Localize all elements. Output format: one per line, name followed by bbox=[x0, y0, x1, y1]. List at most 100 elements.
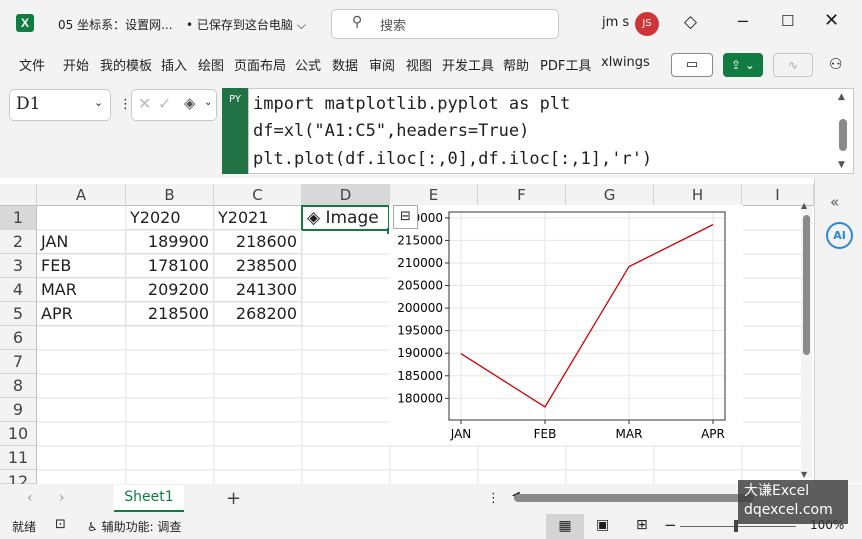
menu-review[interactable]: 审阅 bbox=[369, 55, 395, 74]
name-box-value: D1 bbox=[16, 94, 41, 114]
col-header-e[interactable]: E bbox=[390, 184, 478, 206]
cell-c5[interactable]: 268200 bbox=[214, 302, 302, 326]
cell-c3[interactable]: 238500 bbox=[214, 254, 302, 278]
confirm-icon[interactable]: ✓ bbox=[158, 94, 171, 113]
python-output-icon[interactable]: ◈ bbox=[184, 94, 196, 112]
watermark: 大谦Excel dqexcel.com bbox=[738, 480, 848, 524]
scroll-down-icon[interactable]: ▼ bbox=[801, 470, 807, 479]
row-header-9[interactable]: 9 bbox=[0, 398, 37, 422]
row-header-7[interactable]: 7 bbox=[0, 350, 37, 374]
row-header-11[interactable]: 11 bbox=[0, 446, 37, 470]
formula-scrollbar[interactable] bbox=[839, 119, 847, 151]
menu-insert[interactable]: 插入 bbox=[161, 55, 187, 74]
cell-a4[interactable]: MAR bbox=[37, 278, 126, 302]
cell-c1[interactable]: Y2021 bbox=[214, 206, 302, 230]
col-header-f[interactable]: F bbox=[478, 184, 566, 206]
accessibility-status[interactable]: ♿ 辅助功能: 调查 bbox=[87, 518, 181, 535]
y-tick-label: 215000 bbox=[397, 233, 443, 247]
cell-c4[interactable]: 241300 bbox=[214, 278, 302, 302]
menu-home[interactable]: 开始 bbox=[63, 55, 89, 74]
collapse-pane-icon[interactable]: « bbox=[830, 193, 839, 211]
cell-b3[interactable]: 178100 bbox=[126, 254, 214, 278]
macro-record-icon[interactable]: ⊡ bbox=[55, 517, 66, 532]
col-header-a[interactable]: A bbox=[37, 184, 126, 206]
scroll-up-icon[interactable]: ▲ bbox=[838, 92, 845, 102]
row-header-5[interactable]: 5 bbox=[0, 302, 37, 326]
chevron-down-icon[interactable]: ⌄ bbox=[204, 97, 212, 108]
row-header-1[interactable]: 1 bbox=[0, 206, 37, 230]
row-header-2[interactable]: 2 bbox=[0, 230, 37, 254]
col-header-g[interactable]: G bbox=[566, 184, 654, 206]
row-header-8[interactable]: 8 bbox=[0, 374, 37, 398]
zoom-slider[interactable] bbox=[680, 526, 796, 527]
cell-b1[interactable]: Y2020 bbox=[126, 206, 214, 230]
minimize-icon[interactable]: ─ bbox=[738, 12, 748, 31]
copilot-person-icon[interactable]: ⚇ bbox=[829, 55, 842, 73]
col-header-b[interactable]: B bbox=[126, 184, 214, 206]
avatar[interactable]: JS bbox=[635, 12, 659, 36]
prev-sheet-icon[interactable]: ‹ bbox=[27, 490, 33, 506]
file-name[interactable]: 05 坐标系：设置网... bbox=[58, 16, 173, 33]
menu-draw[interactable]: 绘图 bbox=[198, 55, 224, 74]
select-all-corner[interactable] bbox=[0, 184, 37, 206]
add-sheet-button[interactable]: + bbox=[226, 488, 241, 509]
maximize-icon[interactable]: ☐ bbox=[781, 12, 794, 30]
activity-icon: ∿ bbox=[787, 58, 799, 72]
menu-xlwings[interactable]: xlwings bbox=[601, 55, 650, 70]
zoom-out-icon[interactable]: − bbox=[664, 516, 677, 534]
cell-c2[interactable]: 218600 bbox=[214, 230, 302, 254]
row-header-4[interactable]: 4 bbox=[0, 278, 37, 302]
premium-diamond-icon[interactable]: ◇ bbox=[684, 12, 697, 32]
cell-b5[interactable]: 218500 bbox=[126, 302, 214, 326]
menu-file[interactable]: 文件 bbox=[19, 55, 45, 74]
search-box[interactable] bbox=[331, 9, 559, 39]
card-view-button[interactable]: ⊟ bbox=[393, 205, 418, 229]
cell-a2[interactable]: JAN bbox=[37, 230, 126, 254]
activity-button[interactable]: ∿ bbox=[773, 53, 813, 77]
user-name[interactable]: jm s bbox=[602, 15, 629, 30]
menu-developer[interactable]: 开发工具 bbox=[442, 55, 494, 74]
row-header-12[interactable]: 12 bbox=[0, 470, 37, 491]
menu-templates[interactable]: 我的模板 bbox=[100, 55, 152, 74]
cell-a5[interactable]: APR bbox=[37, 302, 126, 326]
scroll-down-icon[interactable]: ▼ bbox=[838, 160, 845, 170]
x-tick-label: MAR bbox=[616, 427, 643, 441]
cell-d1-selected[interactable]: ◈ Image bbox=[301, 205, 390, 231]
scroll-up-icon[interactable]: ▲ bbox=[801, 201, 807, 210]
normal-view-button[interactable]: ▦ bbox=[546, 514, 584, 539]
ai-assistant-icon[interactable]: AI bbox=[826, 222, 853, 249]
page-break-view-icon[interactable]: ⊞ bbox=[636, 517, 648, 533]
share-button[interactable]: ⇪ ⌄ bbox=[723, 53, 763, 77]
close-icon[interactable]: ✕ bbox=[824, 10, 839, 31]
row-header-6[interactable]: 6 bbox=[0, 326, 37, 350]
menu-formulas[interactable]: 公式 bbox=[295, 55, 321, 74]
menu-data[interactable]: 数据 bbox=[332, 55, 358, 74]
col-header-d[interactable]: D bbox=[302, 184, 390, 206]
col-header-c[interactable]: C bbox=[214, 184, 302, 206]
menu-page-layout[interactable]: 页面布局 bbox=[234, 55, 286, 74]
chevron-down-icon[interactable]: ⌄ bbox=[94, 96, 103, 109]
horizontal-scroll-thumb[interactable] bbox=[514, 494, 754, 502]
col-header-h[interactable]: H bbox=[654, 184, 742, 206]
row-header-10[interactable]: 10 bbox=[0, 422, 37, 446]
menu-pdf[interactable]: PDF工具 bbox=[540, 55, 591, 74]
code-line-1: import matplotlib.pyplot as plt bbox=[253, 94, 571, 114]
sheet-tab-sheet1[interactable]: Sheet1 bbox=[114, 485, 184, 512]
menu-help[interactable]: 帮助 bbox=[503, 55, 529, 74]
cell-b2[interactable]: 189900 bbox=[126, 230, 214, 254]
cell-b4[interactable]: 209200 bbox=[126, 278, 214, 302]
cell-a3[interactable]: FEB bbox=[37, 254, 126, 278]
cancel-icon[interactable]: ✕ bbox=[138, 94, 151, 113]
row-header-3[interactable]: 3 bbox=[0, 254, 37, 278]
vertical-scroll-thumb[interactable] bbox=[803, 215, 810, 355]
comments-button[interactable]: ▭ bbox=[671, 53, 713, 77]
y-tick-label: 205000 bbox=[397, 279, 443, 293]
y-tick-label: 185000 bbox=[397, 369, 443, 383]
save-status[interactable]: • 已保存到这台电脑 ⌵ bbox=[186, 16, 306, 33]
menu-view[interactable]: 视图 bbox=[406, 55, 432, 74]
tab-splitter-icon[interactable]: ⋮ bbox=[487, 491, 500, 506]
next-sheet-icon[interactable]: › bbox=[59, 490, 65, 506]
page-layout-view-icon[interactable]: ▣ bbox=[596, 517, 609, 533]
python-plot-image[interactable]: 180000 185000 190000 195000 200000 205000 2100… bbox=[389, 205, 743, 445]
python-badge: PY bbox=[222, 88, 248, 174]
